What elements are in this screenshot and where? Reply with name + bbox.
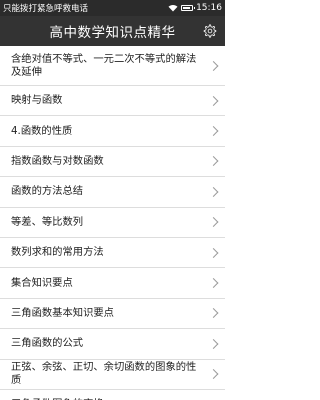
list-item[interactable]: 映射与函数 — [0, 86, 225, 117]
list-item-label: 含绝对值不等式、一元二次不等式的解法及延伸 — [11, 52, 197, 78]
app-bar: 高中数学知识点精华 — [0, 16, 225, 46]
chevron-right-icon — [208, 60, 219, 71]
chevron-right-icon — [208, 247, 219, 258]
list-item-label: 正弦、余弦、正切、余切函数的图象的性质 — [11, 361, 197, 387]
chevron-right-icon — [208, 156, 219, 167]
settings-button[interactable] — [200, 21, 220, 41]
list-item-label: 三角函数的公式 — [11, 337, 84, 350]
topic-list: 含绝对值不等式、一元二次不等式的解法及延伸映射与函数 4.函数的性质指数函数与对数… — [0, 46, 225, 400]
list-item[interactable]: 等差、等比数列 — [0, 208, 225, 238]
list-item[interactable]: 三角函数基本知识要点 — [0, 299, 225, 330]
chevron-right-icon — [208, 278, 219, 288]
list-item[interactable]: 数列求和的常用方法 — [0, 238, 225, 269]
chevron-right-icon — [208, 126, 219, 137]
chevron-right-icon — [208, 369, 219, 380]
list-item[interactable]: 三角函数图象的变换 — [0, 390, 225, 400]
list-item-label: 函数的方法总结 — [11, 185, 84, 198]
chevron-right-icon — [208, 338, 219, 349]
gear-icon — [203, 24, 217, 38]
list-item[interactable]: 4.函数的性质 — [0, 116, 225, 147]
chevron-right-icon — [208, 186, 219, 197]
list-item-label: 三角函数基本知识要点 — [11, 306, 114, 319]
list-item-label: 映射与函数 — [11, 94, 63, 107]
status-notice: 只能拨打紧急呼救电话 — [3, 4, 89, 14]
chevron-right-icon — [208, 217, 219, 228]
list-item-label: 数列求和的常用方法 — [11, 246, 104, 259]
status-icons: 15:16 — [168, 3, 222, 13]
list-item-label: 指数函数与对数函数 — [11, 154, 104, 167]
list-item-label: 集合知识要点 — [11, 276, 73, 289]
chevron-right-icon — [208, 308, 219, 319]
status-bar: 只能拨打紧急呼救电话 15:16 — [0, 0, 225, 16]
battery-fill — [183, 7, 190, 9]
page-title: 高中数学知识点精华 — [49, 25, 176, 41]
status-time: 15:16 — [196, 3, 222, 13]
list-item-label: 等差、等比数列 — [11, 215, 84, 228]
list-item[interactable]: 含绝对值不等式、一元二次不等式的解法及延伸 — [0, 46, 225, 86]
list-item-label: 4.函数的性质 — [11, 124, 73, 137]
battery-icon — [181, 5, 196, 11]
list-item[interactable]: 正弦、余弦、正切、余切函数的图象的性质 — [0, 360, 225, 390]
list-item[interactable]: 三角函数的公式 — [0, 329, 225, 360]
chevron-right-icon — [208, 95, 219, 106]
list-item[interactable]: 指数函数与对数函数 — [0, 147, 225, 178]
wifi-icon — [168, 4, 178, 12]
list-item[interactable]: 集合知识要点 — [0, 268, 225, 299]
list-item[interactable]: 函数的方法总结 — [0, 177, 225, 208]
